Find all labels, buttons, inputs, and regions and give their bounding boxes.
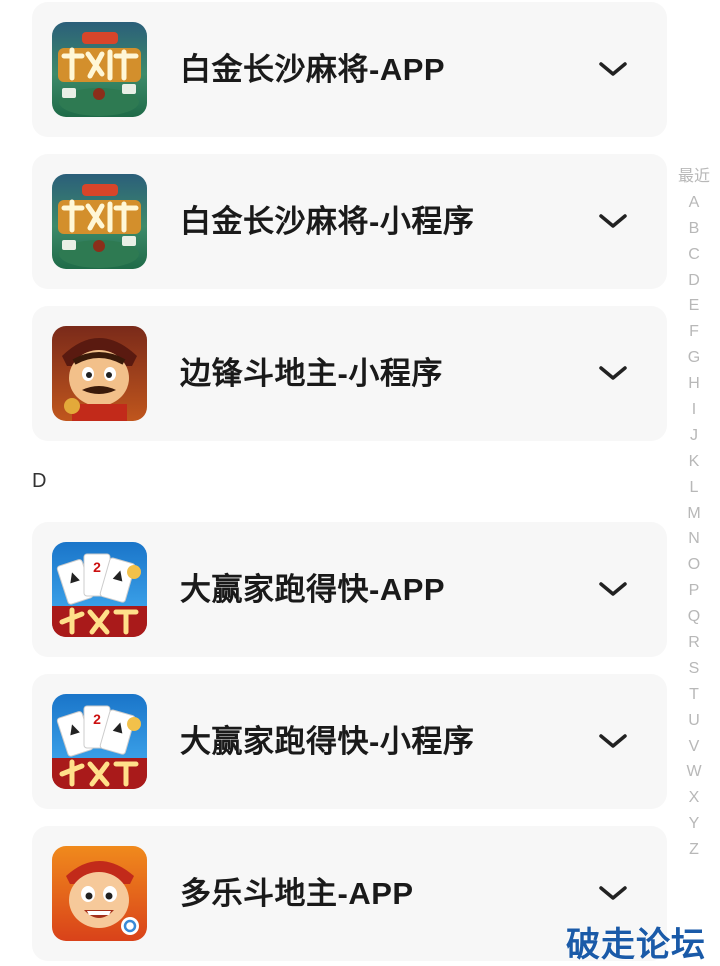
index-letter-b[interactable]: B xyxy=(689,216,700,242)
index-letter-p[interactable]: P xyxy=(689,578,700,604)
index-letter-d[interactable]: D xyxy=(688,268,700,294)
index-letter-f[interactable]: F xyxy=(689,319,699,345)
index-letter-c[interactable]: C xyxy=(688,242,700,268)
item-title: 白金长沙麻将-小程序 xyxy=(180,204,475,239)
index-letter-k[interactable]: K xyxy=(689,449,700,475)
index-letter-w[interactable]: W xyxy=(686,759,701,785)
watermark: 破走论坛 xyxy=(566,926,706,964)
alphabet-index-bar[interactable]: 最近 A B C D E F G H I J K L M N O P Q R S T U V W X Y Z xyxy=(668,164,720,863)
index-letter-recent[interactable]: 最近 xyxy=(678,164,710,190)
changsha-mahjong-icon xyxy=(52,22,147,117)
index-letter-h[interactable]: H xyxy=(688,371,700,397)
list-item[interactable]: 2 大赢家跑得快-APP xyxy=(32,522,667,657)
chevron-down-icon[interactable] xyxy=(597,728,629,754)
chevron-down-icon[interactable] xyxy=(597,880,629,906)
duole-doudizhu-icon xyxy=(52,846,147,941)
index-letter-g[interactable]: G xyxy=(688,345,700,371)
list-item[interactable]: 白金长沙麻将-APP xyxy=(32,2,667,137)
changsha-mahjong-icon xyxy=(52,174,147,269)
dayingjia-paodekuai-icon: 2 xyxy=(52,694,147,789)
list-item[interactable]: 2 大赢家跑得快-小程序 xyxy=(32,674,667,809)
index-letter-s[interactable]: S xyxy=(689,656,700,682)
index-letter-o[interactable]: O xyxy=(688,552,700,578)
index-letter-t[interactable]: T xyxy=(689,682,699,708)
chevron-down-icon[interactable] xyxy=(597,576,629,602)
index-letter-q[interactable]: Q xyxy=(688,604,700,630)
index-letter-x[interactable]: X xyxy=(689,785,700,811)
svg-text:2: 2 xyxy=(93,559,101,575)
index-letter-y[interactable]: Y xyxy=(689,811,700,837)
item-title: 边锋斗地主-小程序 xyxy=(180,356,443,391)
bianfeng-doudizhu-icon xyxy=(52,326,147,421)
chevron-down-icon[interactable] xyxy=(597,208,629,234)
index-letter-i[interactable]: I xyxy=(692,397,696,423)
index-letter-u[interactable]: U xyxy=(688,708,700,734)
list-item[interactable]: 白金长沙麻将-小程序 xyxy=(32,154,667,289)
list-item[interactable]: 边锋斗地主-小程序 xyxy=(32,306,667,441)
index-letter-v[interactable]: V xyxy=(689,734,700,760)
item-title: 多乐斗地主-APP xyxy=(180,876,414,911)
index-letter-n[interactable]: N xyxy=(688,526,700,552)
item-title: 大赢家跑得快-小程序 xyxy=(180,724,475,759)
index-letter-l[interactable]: L xyxy=(690,475,699,501)
index-letter-r[interactable]: R xyxy=(688,630,700,656)
chevron-down-icon[interactable] xyxy=(597,360,629,386)
index-letter-e[interactable]: E xyxy=(689,293,700,319)
item-title: 大赢家跑得快-APP xyxy=(180,572,446,607)
index-letter-m[interactable]: M xyxy=(687,501,700,527)
section-header: D xyxy=(32,470,47,492)
dayingjia-paodekuai-icon: 2 xyxy=(52,542,147,637)
index-letter-a[interactable]: A xyxy=(689,190,700,216)
svg-text:2: 2 xyxy=(93,711,101,727)
item-title: 白金长沙麻将-APP xyxy=(180,52,446,87)
index-letter-j[interactable]: J xyxy=(690,423,698,449)
chevron-down-icon[interactable] xyxy=(597,56,629,82)
index-letter-z[interactable]: Z xyxy=(689,837,699,863)
